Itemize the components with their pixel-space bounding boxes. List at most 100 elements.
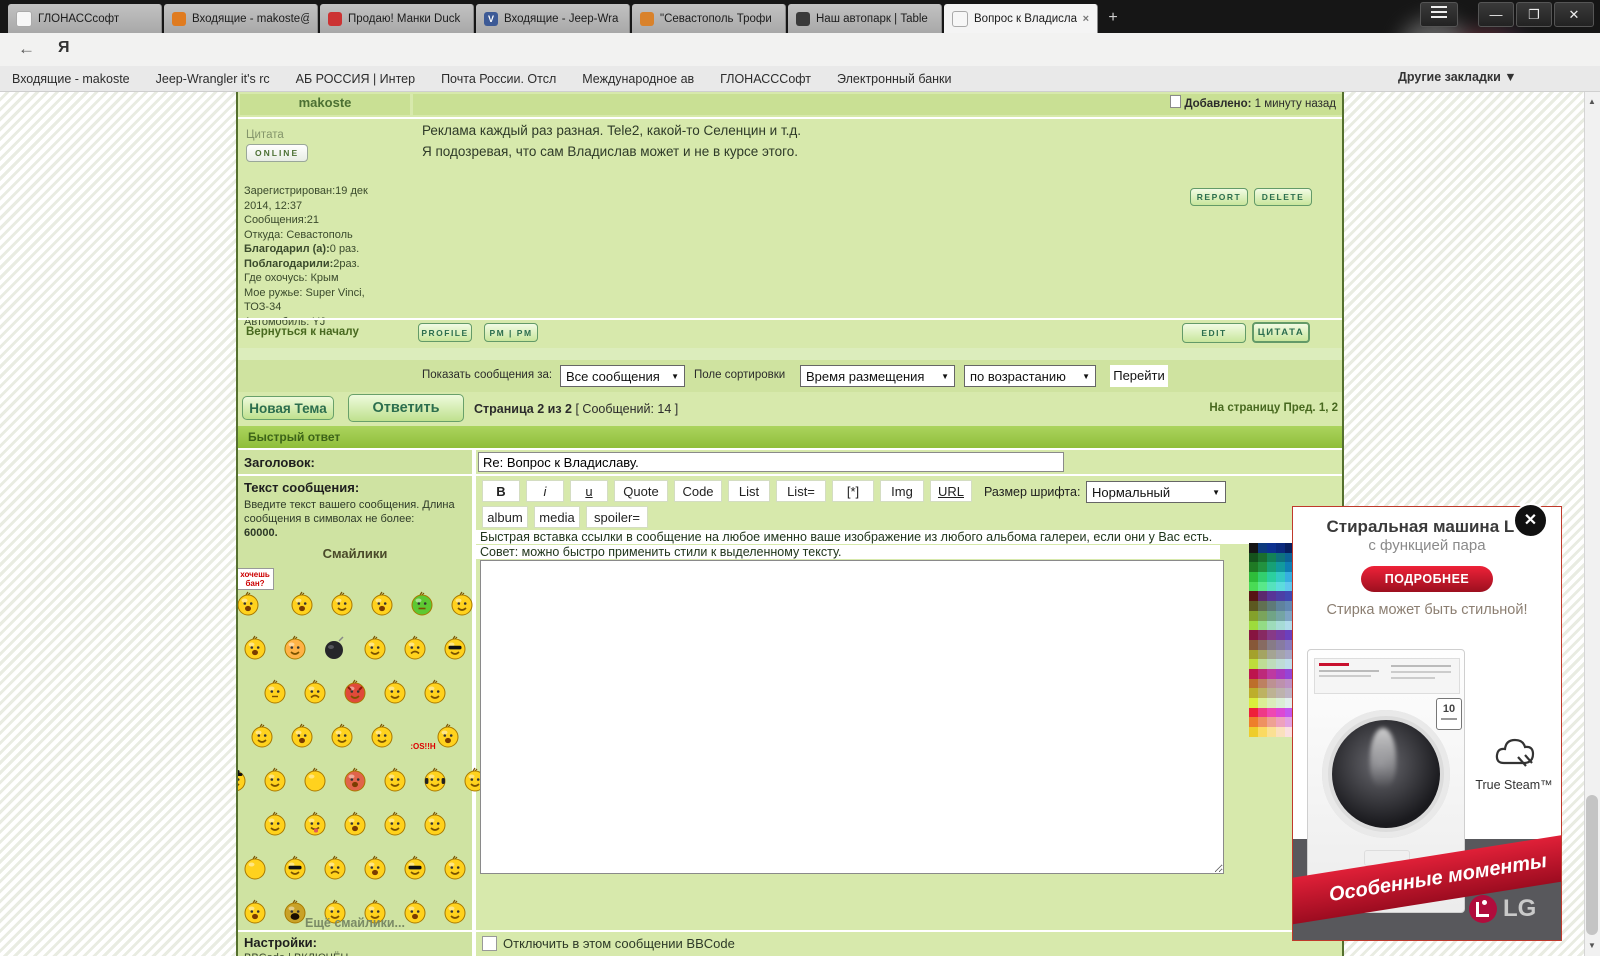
smiley-face[interactable] [363, 635, 387, 666]
palette-swatch[interactable] [1267, 727, 1276, 737]
bbcode-button-u[interactable]: u [570, 480, 608, 502]
palette-swatch[interactable] [1267, 640, 1276, 650]
palette-swatch[interactable] [1267, 679, 1276, 689]
palette-swatch[interactable] [1276, 630, 1285, 640]
palette-swatch[interactable] [1249, 640, 1258, 650]
subject-input[interactable] [478, 452, 1064, 472]
palette-swatch[interactable] [1267, 591, 1276, 601]
palette-swatch[interactable] [1267, 562, 1276, 572]
close-button[interactable]: ✕ [1554, 2, 1594, 27]
back-icon[interactable]: ← [18, 39, 35, 59]
palette-swatch[interactable] [1267, 553, 1276, 563]
palette-swatch[interactable] [1276, 611, 1285, 621]
palette-swatch[interactable] [1258, 562, 1267, 572]
palette-swatch[interactable] [1258, 679, 1267, 689]
bookmark-item[interactable]: Jeep-Wrangler it's rc [156, 72, 270, 86]
palette-swatch[interactable] [1249, 543, 1258, 553]
palette-swatch[interactable] [1249, 601, 1258, 611]
palette-swatch[interactable] [1267, 698, 1276, 708]
palette-swatch[interactable] [1267, 669, 1276, 679]
scrollbar-thumb[interactable] [1586, 795, 1598, 935]
sort-dir-select[interactable]: по возрастанию▼ [964, 365, 1096, 387]
bbcode-checkbox[interactable] [482, 936, 497, 951]
minimize-button[interactable]: — [1478, 2, 1514, 27]
bbcode-button-[interactable]: [*] [832, 480, 874, 502]
new-tab-button[interactable]: + [1100, 8, 1126, 28]
pm-button[interactable]: PM | PM [484, 323, 538, 342]
smiley-face[interactable] [330, 591, 354, 622]
smiley-face[interactable] [343, 767, 367, 798]
palette-swatch[interactable] [1267, 717, 1276, 727]
palette-swatch[interactable] [1258, 572, 1267, 582]
palette-swatch[interactable] [1267, 582, 1276, 592]
message-textarea[interactable] [480, 560, 1224, 874]
sort-field-select[interactable]: Время размещения▼ [800, 365, 955, 387]
palette-swatch[interactable] [1276, 669, 1285, 679]
palette-swatch[interactable] [1258, 650, 1267, 660]
palette-swatch[interactable] [1267, 601, 1276, 611]
fontsize-select[interactable]: Нормальный▼ [1086, 481, 1226, 503]
smiley-face[interactable] [410, 591, 434, 622]
palette-swatch[interactable] [1267, 572, 1276, 582]
palette-swatch[interactable] [1258, 708, 1267, 718]
palette-swatch[interactable] [1249, 553, 1258, 563]
browser-tab[interactable]: "Севастополь Трофи [632, 4, 786, 33]
scroll-up-arrow[interactable]: ▲ [1584, 94, 1600, 110]
palette-swatch[interactable] [1258, 717, 1267, 727]
smiley-cool[interactable] [403, 855, 427, 886]
smiley-face[interactable] [263, 679, 287, 710]
smiley-face[interactable] [263, 811, 287, 842]
palette-swatch[interactable] [1276, 698, 1285, 708]
ad-details-button[interactable]: ПОДРОБНЕЕ [1361, 566, 1493, 592]
bookmark-item[interactable]: ГЛОНАСССофт [720, 72, 811, 86]
palette-swatch[interactable] [1258, 688, 1267, 698]
palette-swatch[interactable] [1276, 708, 1285, 718]
show-posts-select[interactable]: Все сообщения▼ [560, 365, 685, 387]
smiley-face[interactable] [383, 811, 407, 842]
palette-swatch[interactable] [1249, 582, 1258, 592]
smiley-face[interactable] [263, 767, 287, 798]
bbcode-button-spoiler[interactable]: spoiler= [586, 506, 648, 528]
smiley-face[interactable] [383, 679, 407, 710]
edit-button[interactable]: EDIT [1182, 323, 1246, 343]
browser-tab[interactable]: Продаю! Манки Duck [320, 4, 474, 33]
reply-button[interactable]: Ответить [348, 394, 464, 422]
bbcode-button-album[interactable]: album [482, 506, 528, 528]
bookmark-item[interactable]: Международное ав [582, 72, 694, 86]
bbcode-button-quote[interactable]: Quote [614, 480, 668, 502]
palette-swatch[interactable] [1267, 621, 1276, 631]
delete-button[interactable]: DELETE [1254, 188, 1312, 206]
bookmark-item[interactable]: АБ РОССИЯ | Интер [296, 72, 415, 86]
quote-button[interactable]: ЦИТАТА [1252, 322, 1310, 343]
palette-swatch[interactable] [1258, 659, 1267, 669]
smiley-face[interactable] [403, 635, 427, 666]
palette-swatch[interactable] [1249, 688, 1258, 698]
palette-swatch[interactable] [1276, 640, 1285, 650]
profile-button[interactable]: PROFILE [418, 323, 472, 342]
palette-swatch[interactable] [1276, 601, 1285, 611]
restore-button[interactable]: ❐ [1516, 2, 1552, 27]
palette-swatch[interactable] [1276, 650, 1285, 660]
palette-swatch[interactable] [1276, 543, 1285, 553]
bbcode-button-b[interactable]: B [482, 480, 520, 502]
browser-tab[interactable]: Входящие - makoste@ [164, 4, 318, 33]
palette-swatch[interactable] [1258, 669, 1267, 679]
palette-swatch[interactable] [1267, 611, 1276, 621]
smiley-face[interactable] [450, 591, 474, 622]
palette-swatch[interactable] [1258, 611, 1267, 621]
palette-swatch[interactable] [1258, 553, 1267, 563]
smiley-face[interactable] [423, 679, 447, 710]
bbcode-button-list[interactable]: List [728, 480, 770, 502]
palette-swatch[interactable] [1249, 708, 1258, 718]
smiley-face[interactable] [243, 635, 267, 666]
palette-swatch[interactable] [1249, 621, 1258, 631]
bbcode-button-i[interactable]: i [526, 480, 564, 502]
smiley-devil[interactable] [343, 679, 367, 710]
smiley-plain[interactable] [303, 767, 327, 798]
smiley-face[interactable] [423, 811, 447, 842]
palette-swatch[interactable] [1267, 650, 1276, 660]
palette-swatch[interactable] [1249, 611, 1258, 621]
palette-swatch[interactable] [1276, 621, 1285, 631]
bbcode-button-img[interactable]: Img [880, 480, 924, 502]
smiley-cool[interactable] [443, 635, 467, 666]
